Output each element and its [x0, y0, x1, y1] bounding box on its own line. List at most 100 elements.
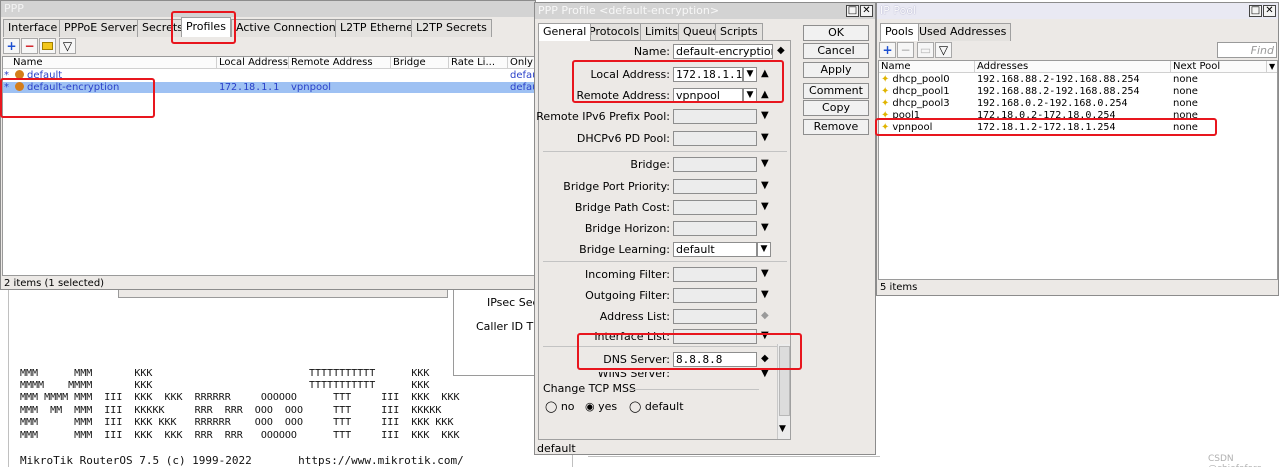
remote-address-up-icon[interactable]: ▲ — [761, 88, 769, 102]
name-input[interactable]: default-encryption — [673, 44, 773, 59]
scrollbar[interactable]: ▼ — [777, 344, 790, 439]
cancel-button[interactable]: Cancel — [803, 43, 869, 59]
bridge-dropdown-icon[interactable]: ▼ — [761, 157, 769, 171]
filter-icon: ▽ — [62, 39, 73, 53]
tab-profiles[interactable]: Profiles — [181, 17, 231, 37]
col-addresses[interactable]: Addresses — [975, 61, 1171, 73]
outgoing-filter-input[interactable] — [673, 288, 757, 303]
remove-button[interactable]: − — [897, 42, 914, 58]
table-row[interactable]: ✦ dhcp_pool1 192.168.88.2-192.168.88.254 … — [879, 86, 1277, 97]
bridge-path-cost-input[interactable] — [673, 200, 757, 215]
col-remote-address[interactable]: Remote Address — [289, 57, 391, 69]
bridge-port-priority-input[interactable] — [673, 179, 757, 194]
tab-l2tp-secrets[interactable]: L2TP Secrets — [411, 19, 492, 37]
address-list-input[interactable] — [673, 309, 757, 324]
filter-button[interactable]: ▽ — [59, 38, 76, 54]
scroll-down-icon[interactable]: ▼ — [779, 424, 786, 434]
mss-option-no[interactable]: ◯ no — [545, 400, 575, 413]
close-button[interactable]: ✕ — [860, 5, 873, 17]
tab-interface[interactable]: Interface — [3, 19, 63, 37]
remote-address-label: Remote Address: — [576, 89, 670, 102]
local-address-dropdown[interactable]: ▼ — [743, 67, 757, 82]
tab-general[interactable]: General — [538, 23, 592, 41]
col-rate-limit[interactable]: Rate Li... — [449, 57, 508, 69]
find-input[interactable]: Find — [1217, 42, 1277, 58]
add-button[interactable]: + — [3, 38, 20, 54]
comment-button[interactable]: Comment — [803, 83, 869, 99]
remote-address-input[interactable]: vpnpool — [673, 88, 743, 103]
local-address-input[interactable]: 172.18.1.1 — [673, 67, 743, 82]
dhcpv6-pool-input[interactable] — [673, 131, 757, 146]
collapse-icon[interactable]: ◆ — [777, 44, 785, 58]
scroll-thumb[interactable] — [779, 346, 790, 416]
tab-pppoe-servers[interactable]: PPPoE Servers — [59, 19, 148, 37]
bridge-learning-dropdown[interactable]: ▼ — [757, 242, 771, 257]
col-name[interactable]: Name — [3, 57, 217, 69]
table-row[interactable]: ✦ dhcp_pool3 192.168.0.2-192.168.0.254 no… — [879, 98, 1277, 109]
apply-button[interactable]: Apply — [803, 62, 869, 78]
copy-button[interactable]: Copy — [803, 100, 869, 116]
bridge-port-priority-dropdown-icon[interactable]: ▼ — [761, 179, 769, 193]
outgoing-filter-dropdown-icon[interactable]: ▼ — [761, 288, 769, 302]
tab-active-connections[interactable]: Active Connections — [231, 19, 347, 37]
close-icon: ✕ — [1265, 5, 1274, 16]
interface-list-dropdown-icon[interactable]: ▼ — [761, 329, 769, 343]
ipv6-pool-dropdown-icon[interactable]: ▼ — [761, 109, 769, 123]
filter-button[interactable]: ▽ — [935, 42, 952, 58]
tab-scripts[interactable]: Scripts — [715, 23, 763, 41]
name-label: Name: — [633, 45, 670, 58]
wins-server-spin-icon[interactable]: ▼ — [761, 367, 769, 381]
comment-button[interactable] — [39, 38, 56, 54]
column-menu-icon[interactable]: ▼ — [1267, 61, 1277, 73]
change-tcp-mss-label: Change TCP MSS — [543, 382, 636, 395]
close-button[interactable]: ✕ — [1263, 5, 1276, 17]
col-only[interactable]: Only — [508, 57, 535, 69]
local-address-up-icon[interactable]: ▲ — [761, 67, 769, 81]
add-button[interactable]: + — [879, 42, 896, 58]
pool-icon: ✦ — [881, 98, 890, 109]
remote-address-dropdown[interactable]: ▼ — [743, 88, 757, 103]
bridge-input[interactable] — [673, 157, 757, 172]
dhcpv6-pool-dropdown-icon[interactable]: ▼ — [761, 131, 769, 145]
maximize-button[interactable]: □ — [846, 5, 859, 17]
dns-server-spin-icon[interactable]: ◆ — [761, 352, 769, 366]
tab-limits[interactable]: Limits — [640, 23, 683, 41]
incoming-filter-input[interactable] — [673, 267, 757, 282]
bridge-horizon-dropdown-icon[interactable]: ▼ — [761, 221, 769, 235]
terminal-line-1: MMM MMM KKK TTTTTTTTTTT KKK — [20, 368, 430, 379]
col-name[interactable]: Name — [879, 61, 975, 73]
copy-button[interactable]: ▭ — [917, 42, 934, 58]
table-row[interactable]: ✦ pool1 172.18.0.2-172.18.0.254 none — [879, 110, 1277, 121]
table-row[interactable]: ✦ vpnpool 172.18.1.2-172.18.1.254 none — [879, 122, 1277, 133]
dns-server-input[interactable]: 8.8.8.8 — [673, 352, 757, 367]
col-next-pool[interactable]: Next Pool — [1171, 61, 1267, 73]
tab-l2tp-ethernet[interactable]: L2TP Ethernet — [335, 19, 423, 37]
interface-list-input[interactable] — [673, 329, 757, 344]
ipv6-pool-input[interactable] — [673, 109, 757, 124]
col-bridge[interactable]: Bridge — [391, 57, 449, 69]
table-row[interactable]: ✦ dhcp_pool0 192.168.88.2-192.168.88.254 … — [879, 74, 1277, 85]
ok-button[interactable]: OK — [803, 25, 869, 41]
bridge-horizon-input[interactable] — [673, 221, 757, 236]
mss-option-yes[interactable]: ◉ yes — [585, 400, 617, 413]
outgoing-filter-label: Outgoing Filter: — [585, 289, 670, 302]
tab-used-addresses[interactable]: Used Addresses — [914, 23, 1012, 41]
minus-icon: − — [900, 43, 911, 57]
profile-status: default — [537, 442, 576, 455]
bridge-path-cost-dropdown-icon[interactable]: ▼ — [761, 200, 769, 214]
maximize-button[interactable]: □ — [1249, 5, 1262, 17]
remove-button[interactable]: − — [21, 38, 38, 54]
terminal-line-5: MMM MMM III KKK KKK RRRRRR OOO OOO TTT I… — [20, 417, 454, 428]
mss-option-default[interactable]: ◯ default — [629, 400, 684, 413]
incoming-filter-dropdown-icon[interactable]: ▼ — [761, 267, 769, 281]
bridge-learning-select[interactable]: default — [673, 242, 757, 257]
table-row[interactable]: * default defau — [3, 70, 535, 81]
terminal-line-4: MMM MM MMM III KKKKK RRR RRR OOO OOO TTT… — [20, 405, 442, 416]
wins-server-label: WINS Server: — [597, 372, 670, 379]
col-local-address[interactable]: Local Address — [217, 57, 289, 69]
tab-pools[interactable]: Pools — [880, 23, 919, 41]
remove-button[interactable]: Remove — [803, 119, 869, 135]
tab-protocols[interactable]: Protocols — [584, 23, 645, 41]
table-row-selected[interactable]: * default-encryption 172.18.1.1 vpnpool … — [3, 82, 535, 93]
address-list-spin-icon[interactable]: ◆ — [761, 309, 769, 323]
